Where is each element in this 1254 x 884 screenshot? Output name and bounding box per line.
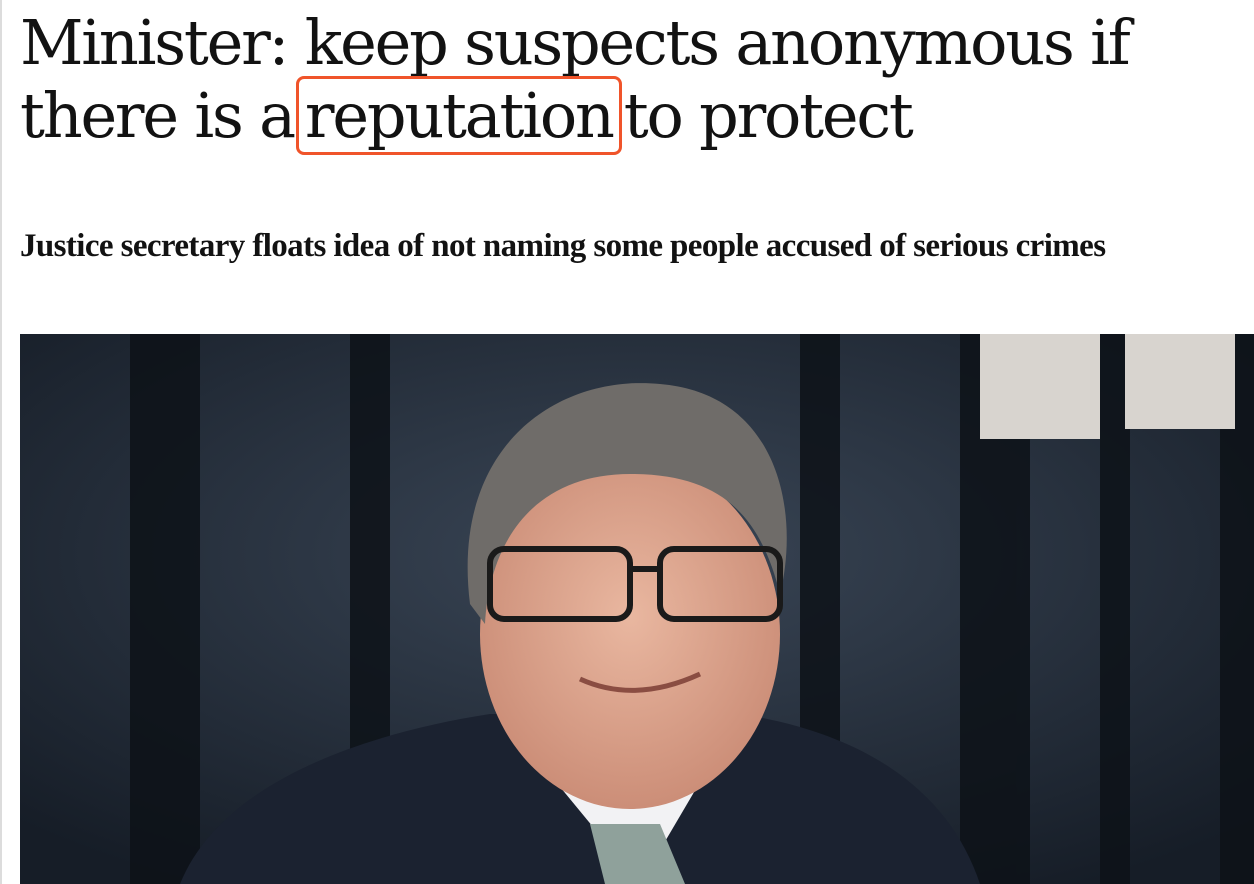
window-light — [980, 334, 1100, 439]
standfirst: Justice secretary floats idea of not nam… — [20, 228, 1106, 264]
highlighted-word: reputation — [295, 76, 622, 155]
article-photo — [20, 334, 1254, 884]
photo-illustration — [20, 334, 1254, 884]
headline: Minister: keep suspects anonymous if the… — [20, 6, 1250, 155]
headline-text-end: to protect — [623, 79, 914, 152]
left-border — [0, 0, 2, 884]
